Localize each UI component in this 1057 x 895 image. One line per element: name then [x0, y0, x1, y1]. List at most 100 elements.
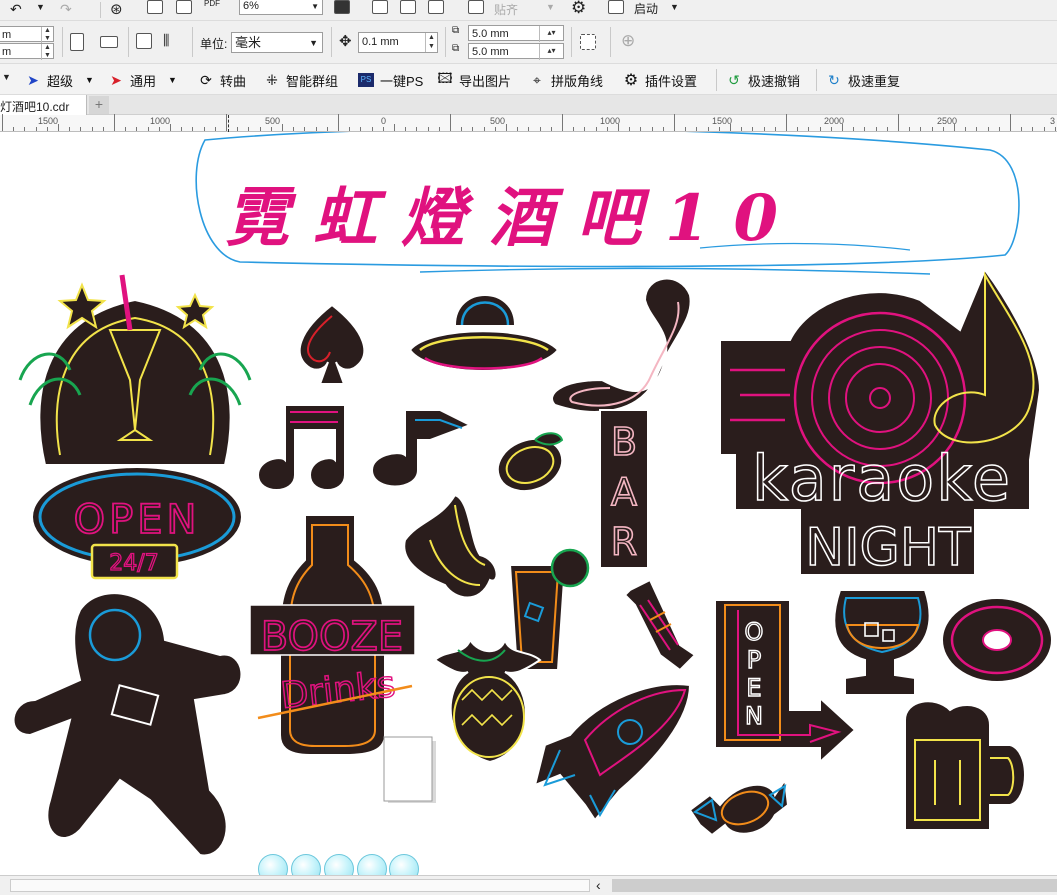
duplicate-y-spinner[interactable]: ▴▾ [539, 44, 563, 60]
launch-label[interactable]: 启动 [634, 0, 658, 17]
ruler-tick [797, 127, 798, 131]
scroll-track-left[interactable] [10, 879, 590, 892]
night-text: NIGHT [805, 518, 971, 578]
ruler-tick [237, 127, 238, 131]
ruler-tick [640, 127, 641, 131]
show-rulers-icon[interactable] [372, 0, 388, 14]
plugin-one-key-ps[interactable]: PS 一键PS [358, 70, 423, 90]
scroll-left-arrow[interactable]: ‹ [596, 877, 601, 893]
chevron-down-icon[interactable]: ▼ [2, 72, 11, 82]
ruler-tick [69, 127, 70, 131]
beer-mug-sticker [904, 700, 1026, 831]
candy-sticker [623, 578, 697, 672]
plugin-general[interactable]: ➤ 通用 ▼ [108, 70, 177, 90]
karaoke-night-sticker: karaoke NIGHT [719, 267, 1042, 579]
launch-dropdown-icon[interactable]: ▼ [670, 2, 679, 12]
redo-icon[interactable]: ↷ [60, 1, 72, 18]
ruler-tick [349, 127, 350, 131]
ruler-tick [316, 127, 317, 131]
snap-to-label[interactable]: 贴齐 [494, 1, 518, 18]
property-bar: m ▲ ▼ m ▲ ▼ ⫼ 单位: 毫米 ▼ ✥ 0.1 mm ▲ ▼ ⧉ ⧉ 5.0… [0, 21, 1057, 64]
ruler-tick [708, 127, 709, 131]
ruler-tick [685, 127, 686, 131]
height-field[interactable]: m ▲ ▼ [0, 43, 54, 60]
donut-sticker [941, 597, 1053, 683]
nudge-value: 0.1 mm [362, 36, 399, 48]
ruler-tick [999, 127, 1000, 131]
corel-connect-icon[interactable]: ⊛ [110, 0, 123, 18]
duplicate-x-spinner[interactable]: ▴▾ [539, 26, 563, 42]
ruler-tick [282, 124, 283, 131]
plugin-smart-group[interactable]: ⁜ 智能群组 [264, 70, 338, 90]
ruler-tick [226, 114, 227, 131]
document-tab[interactable]: 灯酒吧10.cdr [0, 95, 87, 115]
scroll-thumb[interactable] [612, 879, 1057, 892]
duplicate-x-icon: ⧉ [452, 25, 460, 36]
ruler-tick [13, 127, 14, 131]
duplicate-y-field[interactable]: 5.0 mm ▴▾ [468, 43, 564, 60]
units-value: 毫米 [235, 35, 262, 50]
import-icon[interactable] [147, 0, 163, 14]
ruler-tick [394, 124, 395, 131]
ruler-tick [327, 127, 328, 131]
ruler-tick [976, 127, 977, 131]
add-page-icon[interactable]: ⊕ [621, 31, 635, 51]
ruler-tick [428, 127, 429, 131]
show-guidelines-icon[interactable] [428, 0, 444, 14]
plugin-super-label: 超级 [47, 73, 74, 89]
plugin-super[interactable]: ➤ 超级 ▼ [25, 70, 94, 90]
new-tab-button[interactable]: + [89, 96, 109, 114]
ruler-tick [271, 127, 272, 131]
landscape-icon[interactable] [100, 36, 118, 48]
snap-off-icon[interactable] [468, 0, 484, 14]
brandy-glass-sticker [833, 589, 931, 696]
separator [128, 27, 129, 57]
undo-icon[interactable]: ↶ [10, 1, 22, 18]
width-field[interactable]: m ▲ ▼ [0, 26, 54, 43]
plugin-fast-undo[interactable]: ↺ 极速撤销 [726, 70, 800, 90]
units-select[interactable]: 毫米 ▼ [231, 32, 323, 53]
all-pages-icon[interactable] [136, 33, 152, 49]
launch-icon[interactable] [608, 0, 624, 14]
duplicate-y-value: 5.0 mm [472, 46, 509, 58]
annotation-underline [419, 267, 931, 275]
drawing-canvas[interactable]: 霓虹燈酒吧10 OPEN 24/7 B A R karaoke NIGHT BO… [0, 132, 1057, 875]
ruler-tick [864, 127, 865, 131]
units-label: 单位: [200, 37, 228, 51]
height-spinner[interactable]: ▲ ▼ [41, 44, 53, 60]
ruler-tick [92, 127, 93, 131]
duplicate-x-field[interactable]: 5.0 mm ▴▾ [468, 25, 564, 42]
ruler-tick [719, 127, 720, 131]
undo-dropdown-icon[interactable]: ▼ [36, 2, 45, 12]
plugin-fast-repeat[interactable]: ↻ 极速重复 [826, 70, 900, 90]
page-frame-icon[interactable] [580, 34, 596, 50]
horizontal-ruler[interactable]: 1500 1000 500 0 500 1000 1500 2000 2500 … [0, 114, 1057, 132]
ruler-label: 0 [381, 116, 387, 126]
document-tab-bar: 灯酒吧10.cdr + [0, 95, 1057, 115]
ruler-label: 3 [1050, 116, 1056, 126]
width-spinner[interactable]: ▲ ▼ [41, 27, 53, 43]
current-page-icon[interactable]: ⫼ [163, 32, 169, 49]
plugin-imposition-marks[interactable]: ⌖ 拼版角线 [529, 70, 603, 90]
page-thumbnail[interactable] [383, 736, 433, 802]
publish-pdf-icon[interactable]: PDF [204, 0, 220, 8]
plugin-settings[interactable]: ⚙ 插件设置 [623, 70, 697, 90]
separator [571, 27, 572, 57]
zoom-level-select[interactable]: 6% ▼ [239, 0, 323, 15]
ruler-tick [58, 124, 59, 131]
plugin-export-image[interactable]: 🖾 导出图片 [437, 70, 511, 90]
export-icon[interactable] [176, 0, 192, 14]
separator [716, 69, 717, 91]
gear-icon[interactable]: ⚙ [571, 0, 586, 18]
booze-text: BOOZE [261, 614, 403, 660]
snap-dropdown-icon[interactable]: ▼ [546, 2, 555, 12]
nudge-distance-field[interactable]: 0.1 mm ▲ ▼ [358, 32, 438, 53]
horizontal-scrollbar[interactable]: ‹ [0, 875, 1057, 895]
ruler-tick [472, 127, 473, 131]
full-screen-preview-icon[interactable] [334, 0, 350, 14]
plugin-convert-curves[interactable]: ⟳ 转曲 [198, 70, 246, 90]
show-grid-icon[interactable] [400, 0, 416, 14]
chevron-down-icon: ▼ [168, 75, 177, 85]
nudge-spinner[interactable]: ▲ ▼ [425, 33, 437, 52]
portrait-icon[interactable] [70, 33, 84, 51]
